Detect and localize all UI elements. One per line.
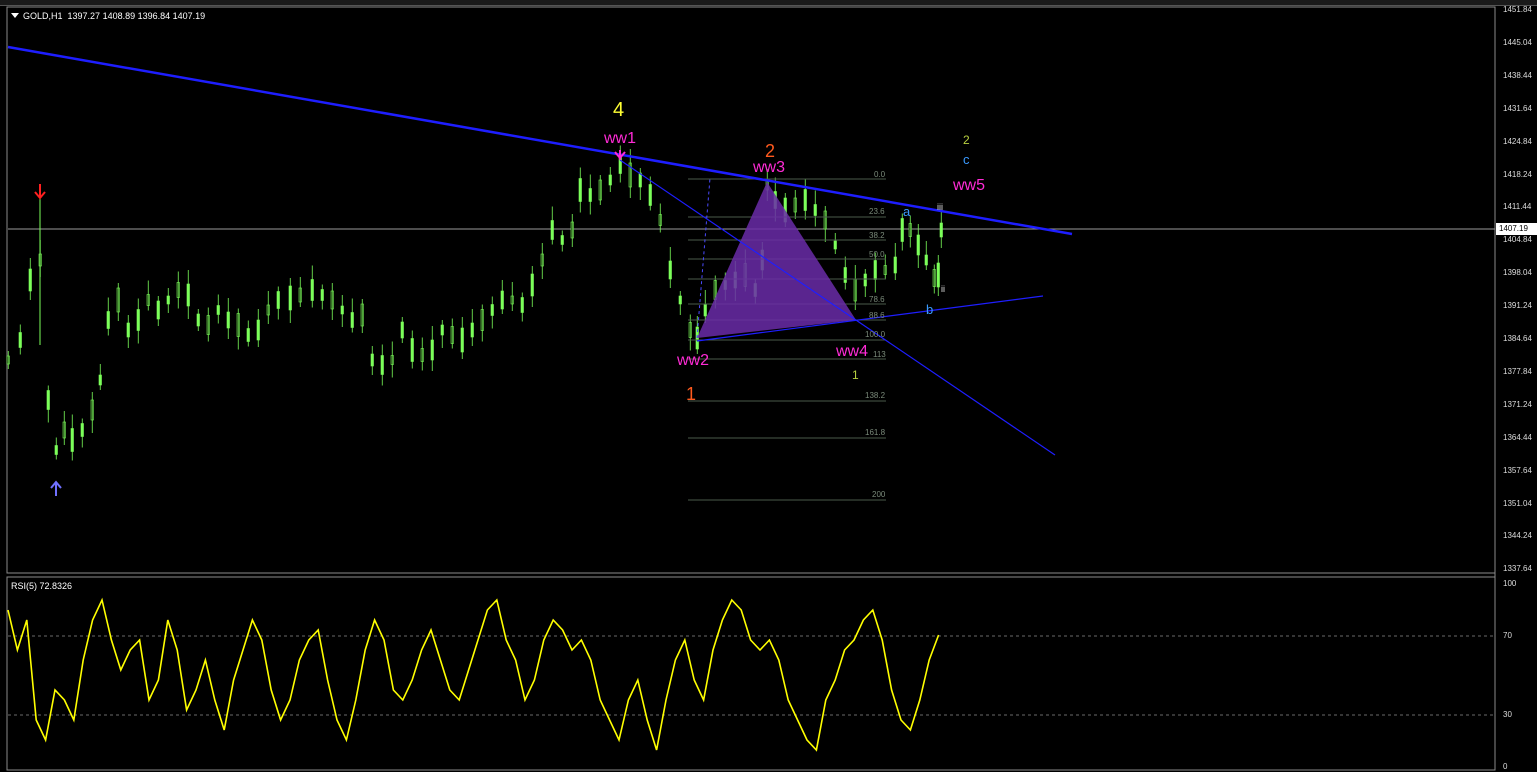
price-tick-label: 1404.84 — [1503, 235, 1532, 245]
wave-label-4[interactable]: 4 — [613, 99, 624, 122]
fib-label-161-8: 161.8 — [865, 428, 886, 437]
symbol-label: GOLD,H1 — [23, 11, 63, 21]
wave-label-1-major[interactable]: 1 — [686, 384, 696, 405]
wave-label-a[interactable]: a — [903, 204, 910, 219]
price-tick-label: 1371.24 — [1503, 399, 1532, 409]
wave-label-2-minor[interactable]: 2 — [963, 133, 970, 147]
rsi-path — [7, 597, 940, 752]
price-tick-label: 1451.84 — [1503, 5, 1532, 14]
chart-window[interactable]: GOLD,H1 1397.27 1408.89 1396.84 1407.19 … — [0, 0, 1537, 772]
fib-label-50: 50.0 — [869, 250, 885, 259]
rsi-line — [7, 597, 940, 752]
price-tick-label: 1445.04 — [1503, 37, 1532, 47]
wave-label-ii[interactable]: ii — [941, 284, 945, 294]
price-tick-label: 1357.64 — [1503, 465, 1532, 475]
fib-label-88-6: 88.6 — [869, 311, 885, 320]
price-tick-label: 1351.04 — [1503, 498, 1532, 508]
price-tick-label: 1398.04 — [1503, 268, 1532, 278]
rsi-title: RSI(5) 72.8326 — [11, 581, 73, 591]
price-tick-label: 1364.44 — [1503, 432, 1532, 442]
fib-label-100: 100.0 — [865, 330, 886, 339]
current-price-tag: 1407.19 — [1496, 223, 1537, 235]
wave-label-ww2[interactable]: ww2 — [677, 352, 709, 370]
fib-label-200: 200 — [872, 490, 886, 499]
harmonic-pattern-triangle[interactable] — [697, 182, 856, 338]
swing-high-marker-icon — [614, 150, 626, 160]
wave-label-c[interactable]: c — [963, 152, 970, 167]
rsi-level-30: 30 — [1503, 710, 1512, 719]
price-tick-label: 1337.64 — [1503, 564, 1532, 574]
wave-label-ww5[interactable]: ww5 — [953, 177, 985, 195]
fib-label-23-6: 23.6 — [869, 207, 885, 216]
chart-title: GOLD,H1 1397.27 1408.89 1396.84 1407.19 — [11, 11, 205, 21]
price-tick-label: 1438.44 — [1503, 70, 1532, 80]
fib-label-113: 113 — [873, 350, 886, 359]
price-tick-label: 1391.24 — [1503, 301, 1532, 311]
price-tick-label: 1418.24 — [1503, 169, 1532, 179]
price-tick-label: 1411.44 — [1503, 202, 1532, 212]
ohlc-readout: 1397.27 1408.89 1396.84 1407.19 — [67, 11, 206, 21]
price-tick-label: 1384.64 — [1503, 334, 1532, 343]
fib-label-138-2: 138.2 — [865, 391, 886, 400]
rsi-level-70: 70 — [1503, 631, 1512, 640]
price-chart-canvas[interactable] — [0, 0, 1537, 772]
wave-label-b[interactable]: b — [926, 302, 933, 317]
wave-label-ww4[interactable]: ww4 — [836, 343, 868, 361]
wave-label-ww3[interactable]: ww3 — [753, 159, 785, 177]
price-tick-label: 1424.84 — [1503, 136, 1532, 146]
upper-trendline[interactable] — [7, 45, 1073, 236]
dropdown-icon[interactable] — [11, 13, 19, 18]
rsi-level-100: 100 — [1503, 579, 1517, 588]
buy-arrow-icon — [50, 480, 62, 496]
price-tick-label: 1431.64 — [1503, 103, 1532, 113]
fib-label-78-6: 78.6 — [869, 295, 885, 304]
rsi-panel-border — [6, 576, 1496, 771]
wave-label-ww1[interactable]: ww1 — [604, 130, 636, 148]
fib-label-0: 0.0 — [874, 170, 886, 179]
fib-label-38-2: 38.2 — [869, 231, 885, 240]
price-tick-label: 1344.24 — [1503, 531, 1532, 541]
sell-arrow-icon — [34, 184, 46, 200]
price-tick-label: 1377.84 — [1503, 366, 1532, 376]
wave-label-1-minor[interactable]: 1 — [852, 368, 859, 382]
wave-label-iii[interactable]: iii — [937, 202, 943, 212]
rsi-level-0: 0 — [1503, 762, 1508, 771]
descending-channel-line[interactable] — [619, 159, 1056, 456]
